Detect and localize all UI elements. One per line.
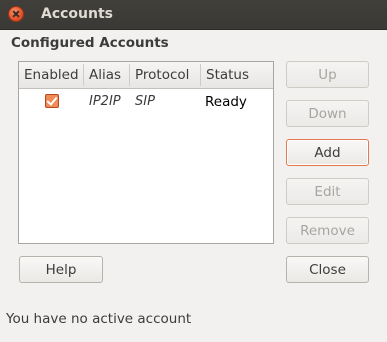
column-separator [200, 64, 201, 86]
status-message: You have no active account [6, 311, 192, 327]
protocol-cell: SIP [135, 94, 155, 109]
column-protocol[interactable]: Protocol [135, 67, 189, 83]
up-button[interactable]: Up [286, 61, 369, 88]
title-bar: Accounts [0, 0, 387, 30]
close-button[interactable]: Close [286, 256, 369, 283]
column-enabled[interactable]: Enabled [24, 67, 79, 83]
section-label: Configured Accounts [11, 35, 169, 51]
close-window-icon[interactable] [8, 6, 24, 22]
list-header: Enabled Alias Protocol Status [19, 62, 273, 89]
down-button[interactable]: Down [286, 100, 369, 127]
edit-button[interactable]: Edit [286, 178, 369, 205]
enabled-checkbox[interactable] [45, 94, 59, 108]
table-row[interactable]: IP2IP SIP Ready [19, 90, 273, 112]
column-separator [129, 64, 130, 86]
help-button[interactable]: Help [19, 256, 103, 283]
status-cell: Ready [205, 94, 247, 110]
accounts-dialog: Accounts Configured Accounts Enabled Ali… [0, 0, 387, 342]
column-status[interactable]: Status [206, 67, 249, 83]
alias-cell: IP2IP [89, 94, 121, 109]
remove-button[interactable]: Remove [286, 217, 369, 244]
window-title: Accounts [41, 6, 114, 22]
add-button[interactable]: Add [286, 139, 369, 166]
column-alias[interactable]: Alias [89, 67, 121, 83]
column-separator [83, 64, 84, 86]
accounts-list[interactable]: Enabled Alias Protocol Status IP2IP SIP … [18, 61, 274, 244]
